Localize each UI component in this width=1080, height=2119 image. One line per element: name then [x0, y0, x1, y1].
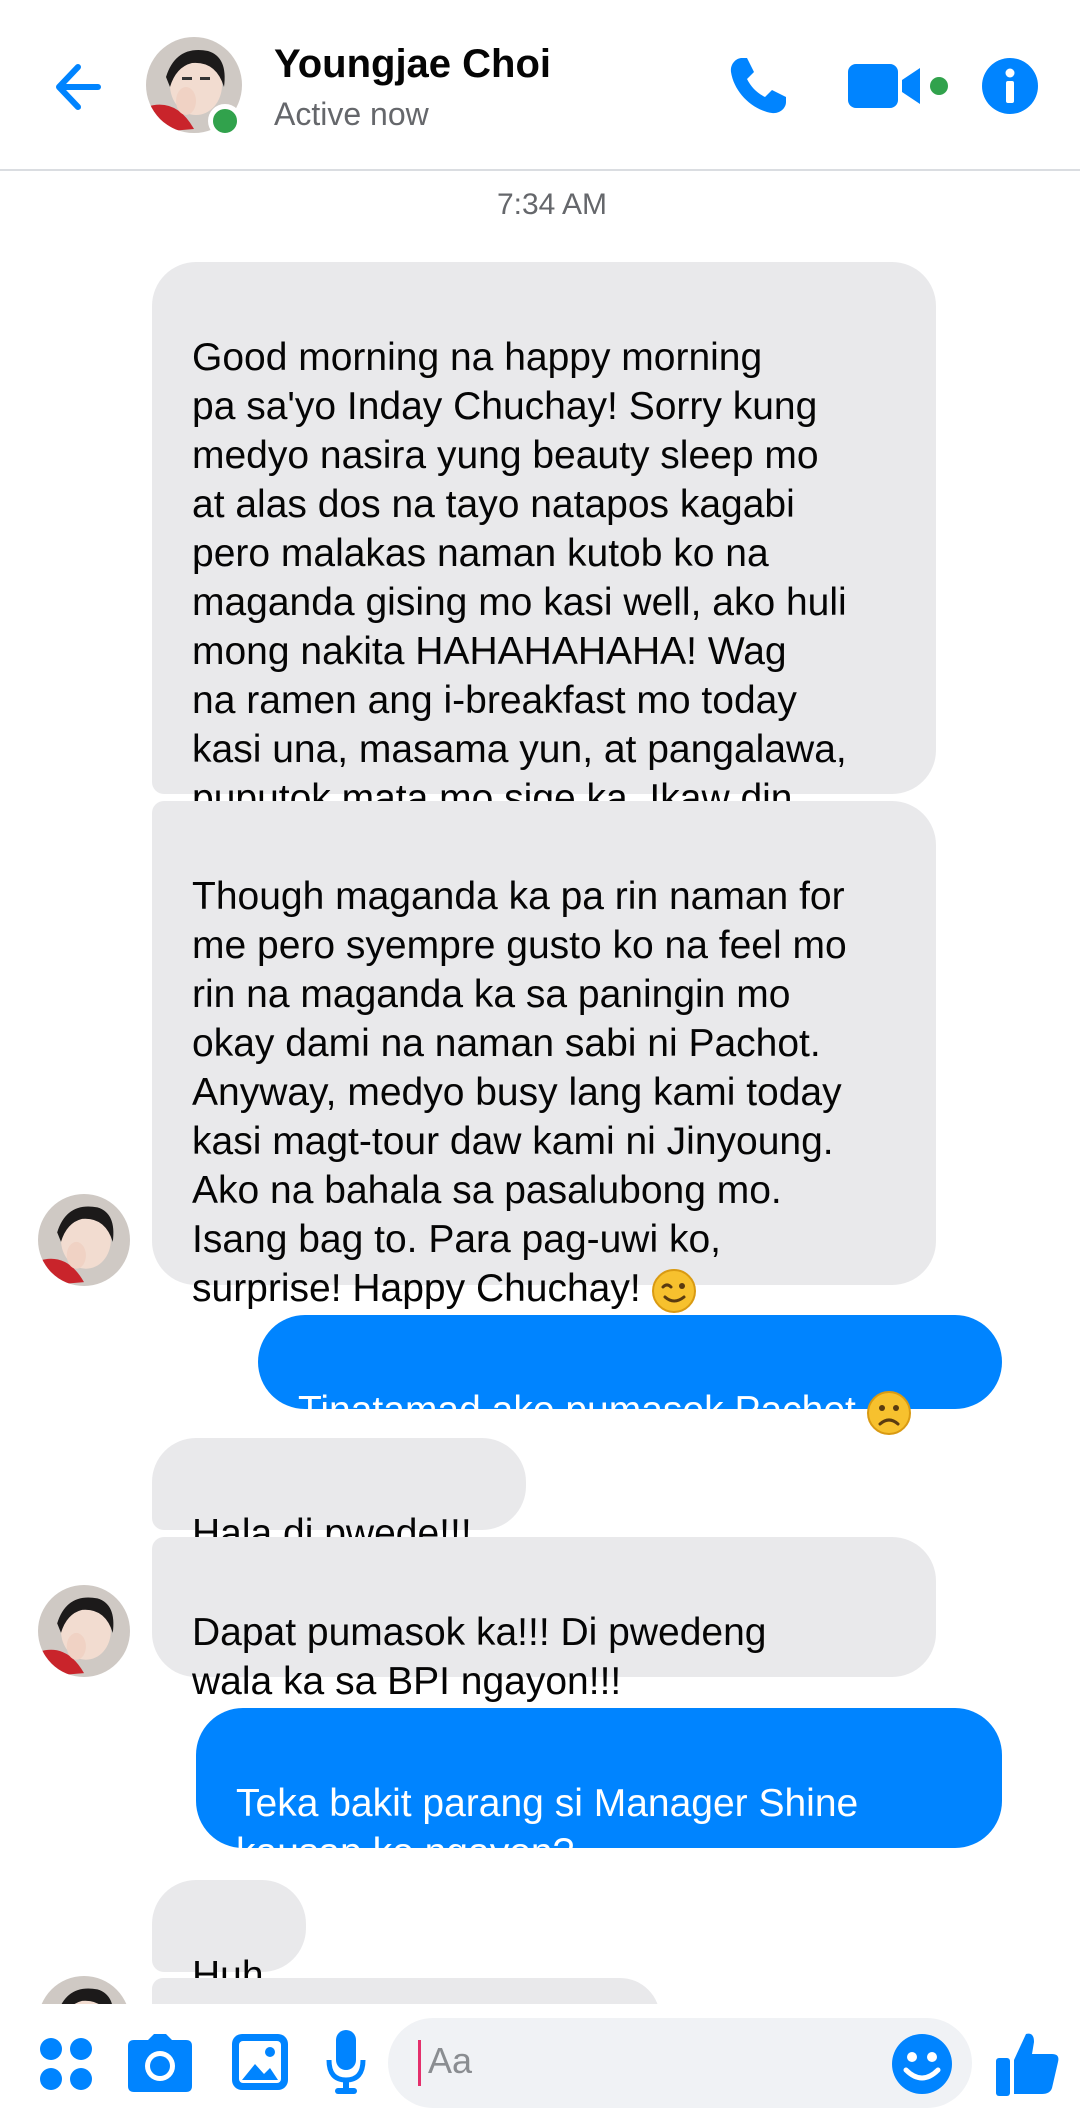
chat-header: Youngjae Choi Active now	[0, 0, 1080, 171]
contact-avatar-small[interactable]	[38, 1585, 130, 1677]
thumbs-up-icon[interactable]	[996, 2030, 1060, 2096]
message-input[interactable]: Aa	[388, 2018, 972, 2108]
incoming-message[interactable]: Dapat pumasok ka!!! Di pwedeng wala ka s…	[152, 1537, 936, 1703]
wink-emoji-icon	[651, 1268, 696, 1313]
online-indicator	[208, 104, 242, 138]
text-cursor	[418, 2040, 421, 2086]
info-icon[interactable]	[980, 56, 1040, 116]
message-composer: Aa	[0, 2004, 1080, 2119]
video-camera-icon[interactable]	[846, 56, 928, 116]
message-text: Though maganda ka pa rin naman for me pe…	[192, 875, 847, 1310]
contact-name[interactable]: Youngjae Choi	[274, 42, 551, 87]
outgoing-message[interactable]: Teka bakit parang si Manager Shine kausa…	[196, 1708, 1002, 1874]
incoming-message[interactable]: Though maganda ka pa rin naman for me pe…	[152, 801, 936, 1313]
message-timestamp: 7:34 AM	[496, 188, 608, 221]
emoji-icon[interactable]	[890, 2032, 954, 2096]
contact-status: Active now	[274, 96, 429, 132]
apps-icon[interactable]	[38, 2036, 94, 2092]
incoming-message[interactable]: Good morning na happy morning pa sa'yo I…	[152, 262, 936, 820]
contact-avatar-small[interactable]	[38, 1194, 130, 1286]
incoming-message[interactable]: Huh	[152, 1880, 306, 1997]
camera-icon[interactable]	[128, 2034, 192, 2092]
back-arrow-icon[interactable]	[48, 52, 118, 122]
message-text: Good morning na happy morning pa sa'yo I…	[192, 336, 847, 820]
incoming-message[interactable]: Hala di pwede!!!	[152, 1438, 526, 1555]
message-input-placeholder: Aa	[428, 2040, 473, 2081]
message-text: Tinatamad ako pumasok Pachot	[298, 1389, 856, 1432]
phone-icon[interactable]	[722, 50, 794, 122]
gallery-icon[interactable]	[230, 2032, 290, 2092]
microphone-icon[interactable]	[326, 2030, 366, 2094]
outgoing-message[interactable]: Tinatamad ako pumasok Pachot	[258, 1315, 1002, 1435]
message-text: Teka bakit parang si Manager Shine kausa…	[236, 1782, 859, 1874]
video-active-dot	[930, 77, 948, 95]
frown-emoji-icon	[866, 1390, 911, 1435]
message-text: Dapat pumasok ka!!! Di pwedeng wala ka s…	[192, 1611, 767, 1703]
